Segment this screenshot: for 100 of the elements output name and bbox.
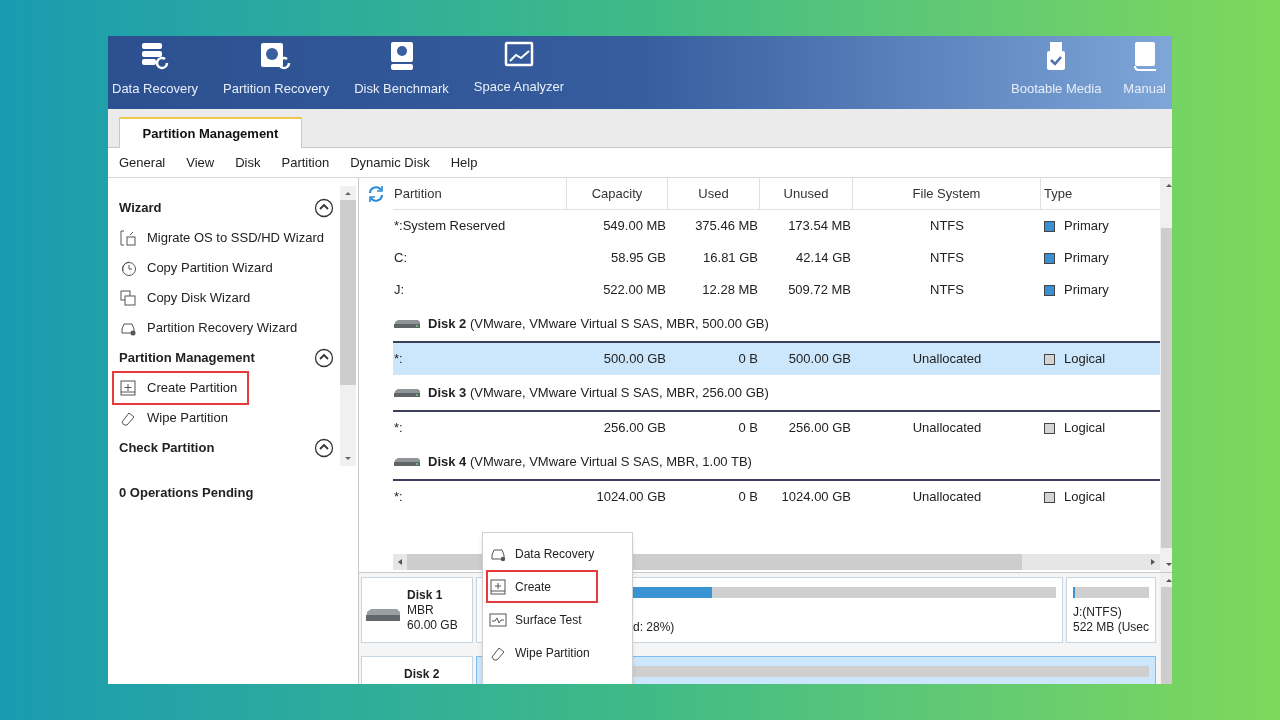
table-cell: 549.00 MB	[603, 218, 666, 234]
column-header[interactable]: Type	[1041, 178, 1151, 209]
line-chart-icon	[504, 40, 534, 69]
column-header[interactable]: Partition	[393, 178, 567, 209]
table-cell: 0 B	[738, 489, 758, 505]
table-cell: *:	[394, 420, 403, 436]
menu-item[interactable]: Surface Test	[486, 603, 629, 636]
table-cell-text: Logical	[1064, 350, 1106, 369]
table-cell-text: Logical	[1064, 488, 1106, 507]
table-cell: 16.81 GB	[703, 250, 758, 266]
partition-info: J:(NTFS)	[1073, 605, 1123, 620]
table-cell: Unallocated	[912, 489, 982, 505]
copy-icon	[119, 289, 137, 307]
table-row[interactable]: *:System Reserved 549.00 MB 375.46 MB 173.54 MB NTFS Primary	[393, 210, 1161, 242]
partition-info: 522 MB (Usec	[1073, 620, 1150, 635]
book-icon	[1131, 40, 1158, 71]
menu-item[interactable]: Partition	[281, 152, 330, 173]
menu-item[interactable]: Help	[450, 152, 478, 173]
table-cell: 12.28 MB	[702, 282, 758, 298]
table-row[interactable]: *: 1024.00 GB 0 B 1024.00 GB Unallocated Logical	[393, 481, 1161, 513]
table-cell: 1024.00 GB	[781, 489, 851, 505]
section-heading: Check Partition	[119, 439, 215, 458]
table-cell: 1024.00 GB	[596, 489, 666, 505]
table-cell: 0 B	[738, 420, 758, 436]
table-cell: 256.00 GB	[603, 420, 666, 436]
table-cell: 0 B	[738, 351, 758, 367]
menu-item[interactable]: Dynamic Disk	[350, 152, 430, 173]
toolbar-button[interactable]: Disk Benchmark	[350, 40, 453, 98]
disk-label: Disk 2 (VMware, VMware Virtual S SAS, MBR, 500.00 GB)	[428, 314, 769, 333]
table-row[interactable]: J: 522.00 MB 12.28 MB 509.72 MB NTFS Primary	[393, 274, 1161, 306]
disk-card[interactable]: Disk 1 MBR 60.00 GB	[361, 577, 473, 643]
menu-item[interactable]: Data Recovery	[486, 537, 629, 570]
disk-card[interactable]: Disk 2	[361, 656, 473, 684]
table-cell: Unallocated	[912, 420, 982, 436]
add-box-icon	[119, 379, 137, 397]
sidebar-item[interactable]: Migrate OS to SSD/HD Wizard	[114, 223, 334, 253]
drive-icon	[389, 40, 414, 71]
section-heading: Partition Management	[119, 349, 255, 368]
migrate-icon	[119, 229, 137, 247]
collapse-icon[interactable]	[314, 438, 334, 458]
partition-info: d: 28%)	[633, 620, 676, 635]
sidebar-item[interactable]: Copy Partition Wizard	[114, 253, 283, 283]
column-header[interactable]: Used	[668, 178, 760, 209]
scrollbar[interactable]	[340, 186, 356, 466]
sidebar-item[interactable]: Create Partition	[114, 373, 248, 403]
table-cell: 522.00 MB	[603, 282, 666, 298]
table-cell: *:	[394, 351, 403, 367]
table-cell: NTFS	[930, 282, 964, 298]
table-cell: 256.00 GB	[788, 420, 851, 436]
table-cell: 375.46 MB	[695, 218, 758, 234]
clock-copy-icon	[119, 259, 137, 277]
table-cell: C:	[394, 250, 407, 266]
pulse-icon	[489, 611, 507, 628]
table-cell: Unallocated	[912, 351, 982, 367]
disk-label: Disk 4 (VMware, VMware Virtual S SAS, MBR, 1.00 TB)	[428, 452, 752, 471]
disk-info: MBR	[407, 603, 435, 618]
table-cell-text: Logical	[1064, 419, 1106, 438]
add-box-icon	[489, 578, 507, 595]
column-header[interactable]: File System	[853, 178, 1041, 209]
table-cell: NTFS	[930, 250, 964, 266]
toolbar-button[interactable]: Data Recovery	[108, 40, 202, 98]
database-icon	[140, 40, 170, 71]
table-cell-text: Primary	[1064, 249, 1109, 268]
sidebar-item[interactable]: Copy Disk Wizard	[114, 283, 261, 313]
menu-item[interactable]: Disk	[235, 152, 261, 173]
disk-name: Disk 2	[404, 667, 440, 682]
table-cell: J:	[394, 282, 405, 298]
tab[interactable]: Partition Management	[119, 117, 302, 148]
toolbar-button[interactable]: Partition Recovery	[219, 40, 334, 98]
disk-name: Disk 1	[407, 588, 444, 603]
pending-operations: 0 Operations Pending	[119, 484, 255, 502]
usb-drive-icon	[1045, 40, 1068, 71]
column-header[interactable]: Capacity	[567, 178, 668, 209]
table-cell-text: Primary	[1064, 217, 1109, 236]
table-row[interactable]: C: 58.95 GB 16.81 GB 42.14 GB NTFS Primary	[393, 242, 1161, 274]
disk-info: 60.00 GB	[407, 618, 458, 633]
table-cell: 42.14 GB	[796, 250, 851, 266]
collapse-icon[interactable]	[314, 198, 334, 218]
table-cell: NTFS	[930, 218, 964, 234]
table-row[interactable]: *: 500.00 GB 0 B 500.00 GB Unallocated Logical	[393, 343, 1161, 375]
refresh-icon	[367, 185, 385, 203]
table-cell: 500.00 GB	[788, 351, 851, 367]
sidebar-item[interactable]: Wipe Partition	[114, 403, 238, 433]
menu-item[interactable]: View	[186, 152, 215, 173]
table-cell: 509.72 MB	[788, 282, 851, 298]
column-header[interactable]: Unused	[760, 178, 853, 209]
table-cell: *:	[394, 489, 403, 505]
table-cell: 500.00 GB	[603, 351, 666, 367]
table-cell-text: Primary	[1064, 281, 1109, 300]
section-heading: Wizard	[119, 199, 162, 218]
disk-label: Disk 3 (VMware, VMware Virtual S SAS, MBR, 256.00 GB)	[428, 383, 769, 402]
toolbar-button[interactable]: Space Analyzer	[469, 40, 569, 98]
partition-block[interactable]: J:(NTFS) 522 MB (Usec	[1066, 577, 1157, 643]
table-cell: *:System Reserved	[394, 218, 506, 234]
collapse-icon[interactable]	[314, 348, 334, 368]
table-cell: 58.95 GB	[611, 250, 666, 266]
table-cell: 173.54 MB	[788, 218, 851, 234]
table-row[interactable]: *: 256.00 GB 0 B 256.00 GB Unallocated Logical	[393, 412, 1161, 444]
menu-item[interactable]: General	[119, 152, 166, 173]
sidebar-item[interactable]: Partition Recovery Wizard	[114, 313, 308, 343]
